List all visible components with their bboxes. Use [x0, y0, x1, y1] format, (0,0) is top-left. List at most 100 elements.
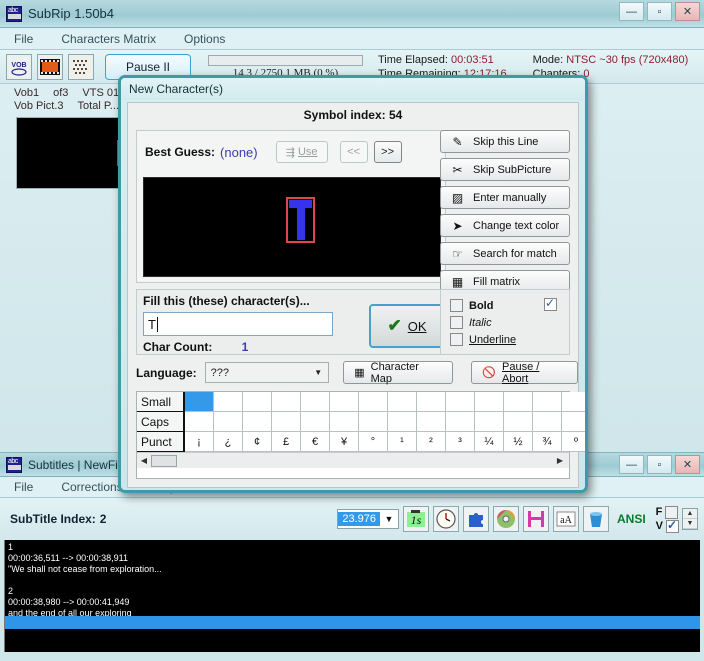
matrix-cell[interactable] — [272, 392, 301, 412]
close-button[interactable]: ✕ — [675, 455, 700, 474]
search-for-match-button[interactable]: ☞ Search for match — [440, 242, 570, 265]
matrix-cell[interactable] — [243, 392, 272, 412]
disc-icon[interactable] — [492, 506, 519, 532]
matrix-cell[interactable] — [301, 392, 330, 412]
matrix-cell[interactable] — [185, 412, 214, 432]
matrix-cell[interactable] — [504, 412, 533, 432]
enter-manually-button[interactable]: ▨ Enter manually — [440, 186, 570, 209]
vob-icon[interactable]: VOB — [6, 53, 32, 80]
matrix-icon[interactable] — [68, 53, 94, 80]
matrix-row-caps: Caps — [137, 412, 585, 432]
underline-checkbox[interactable] — [450, 333, 463, 346]
language-select[interactable]: ??? ▼ — [204, 362, 330, 383]
matrix-row-label-punct[interactable]: Punct — [137, 432, 185, 452]
save-floppy-icon[interactable] — [522, 506, 549, 532]
skip-this-line-button[interactable]: ✎ Skip this Line — [440, 130, 570, 153]
next-button[interactable]: >> — [373, 141, 402, 163]
matrix-row-label-caps[interactable]: Caps — [137, 412, 185, 432]
v-label: V — [655, 520, 663, 532]
matrix-cell[interactable] — [214, 392, 243, 412]
matrix-cell[interactable] — [446, 412, 475, 432]
matrix-cell[interactable] — [533, 392, 562, 412]
dialog-title: New Character(s) — [121, 78, 585, 100]
ok-button[interactable]: ✔ OK — [369, 304, 445, 348]
matrix-cell[interactable]: º — [562, 432, 585, 452]
puzzle-icon[interactable] — [462, 506, 489, 532]
matrix-cell[interactable] — [417, 392, 446, 412]
fill-character-input[interactable]: T — [143, 312, 333, 336]
menu-item-file[interactable]: File — [10, 479, 37, 495]
matrix-cell[interactable]: ½ — [504, 432, 533, 452]
matrix-cell[interactable] — [504, 392, 533, 412]
matrix-cell[interactable]: ¾ — [533, 432, 562, 452]
film-strip-icon[interactable] — [37, 53, 63, 80]
menu-item-options[interactable]: Options — [180, 31, 229, 47]
matrix-cell[interactable] — [388, 412, 417, 432]
matrix-cell[interactable] — [417, 412, 446, 432]
maximize-button[interactable]: ▫ — [647, 2, 672, 21]
matrix-cell[interactable] — [330, 412, 359, 432]
fps-dropdown[interactable]: 23.976 ▼ — [337, 509, 399, 529]
one-second-icon[interactable]: 1s — [402, 506, 429, 532]
matrix-cell[interactable]: ² — [417, 432, 446, 452]
matrix-cell[interactable] — [388, 392, 417, 412]
clock-icon[interactable] — [432, 506, 459, 532]
matrix-cell[interactable] — [475, 392, 504, 412]
matrix-cell[interactable] — [359, 392, 388, 412]
matrix-cell[interactable]: £ — [272, 432, 301, 452]
matrix-cell[interactable] — [330, 392, 359, 412]
matrix-cell[interactable] — [272, 412, 301, 432]
language-label: Language: — [136, 365, 197, 380]
matrix-cell[interactable] — [562, 412, 585, 432]
matrix-cell[interactable] — [446, 392, 475, 412]
close-button[interactable]: ✕ — [675, 2, 700, 21]
matrix-cell[interactable]: ¼ — [475, 432, 504, 452]
subtitles-text-area[interactable]: 1 00:00:36,511 --> 00:00:38,911 "We shal… — [4, 540, 700, 652]
matrix-cell[interactable]: ° — [359, 432, 388, 452]
matrix-cell[interactable]: ¿ — [214, 432, 243, 452]
italic-checkbox[interactable] — [450, 316, 463, 329]
skip-subpicture-button[interactable]: ✂ Skip SubPicture — [440, 158, 570, 181]
character-bitmap-preview[interactable] — [143, 177, 441, 277]
matrix-cell[interactable] — [301, 412, 330, 432]
prev-button[interactable]: << — [339, 141, 368, 163]
matrix-cell[interactable]: ³ — [446, 432, 475, 452]
matrix-scrollbar[interactable]: ◀ ▶ — [137, 452, 569, 468]
pause-abort-button[interactable]: 🚫 Pause / Abort — [471, 361, 578, 385]
skip-subpicture-label: Skip SubPicture — [473, 163, 552, 176]
matrix-cell[interactable] — [533, 412, 562, 432]
checkmark-icon: ✔ — [387, 316, 402, 335]
scroll-right-icon[interactable]: ▶ — [553, 456, 567, 465]
matrix-cell[interactable]: ¡ — [185, 432, 214, 452]
scroll-left-icon[interactable]: ◀ — [137, 456, 151, 465]
menu-item-characters-matrix[interactable]: Characters Matrix — [57, 31, 160, 47]
matrix-cell[interactable] — [214, 412, 243, 432]
matrix-cell[interactable] — [243, 412, 272, 432]
matrix-row-label-small[interactable]: Small — [137, 392, 185, 412]
minimize-button[interactable]: — — [619, 455, 644, 474]
menu-item-file[interactable]: File — [10, 31, 37, 47]
minimize-button[interactable]: — — [619, 2, 644, 21]
matrix-cell[interactable]: € — [301, 432, 330, 452]
matrix-cell[interactable]: ¢ — [243, 432, 272, 452]
matrix-cell[interactable] — [359, 412, 388, 432]
change-text-color-button[interactable]: ➤ Change text color — [440, 214, 570, 237]
character-map-button[interactable]: ▦ Character Map — [343, 361, 454, 385]
chevron-down-icon[interactable]: ▼ — [380, 514, 398, 524]
menu-item-corrections[interactable]: Corrections — [57, 479, 126, 495]
font-aA-icon[interactable]: aA — [552, 506, 579, 532]
use-button[interactable]: ⇶ Use — [275, 141, 328, 163]
v-checkbox[interactable] — [666, 518, 679, 533]
matrix-cell[interactable] — [475, 412, 504, 432]
scroll-thumb[interactable] — [151, 454, 177, 467]
matrix-cell[interactable] — [562, 392, 585, 412]
fv-spinner[interactable]: ▲ ▼ — [682, 508, 698, 530]
trash-icon[interactable] — [582, 506, 609, 532]
bold-checkbox[interactable] — [450, 299, 463, 312]
maximize-button[interactable]: ▫ — [647, 455, 672, 474]
mode-label: Mode: — [532, 53, 564, 66]
matrix-cell[interactable]: ¥ — [330, 432, 359, 452]
matrix-cell[interactable] — [185, 392, 214, 412]
extra-checkbox[interactable] — [544, 296, 557, 311]
matrix-cell[interactable]: ¹ — [388, 432, 417, 452]
